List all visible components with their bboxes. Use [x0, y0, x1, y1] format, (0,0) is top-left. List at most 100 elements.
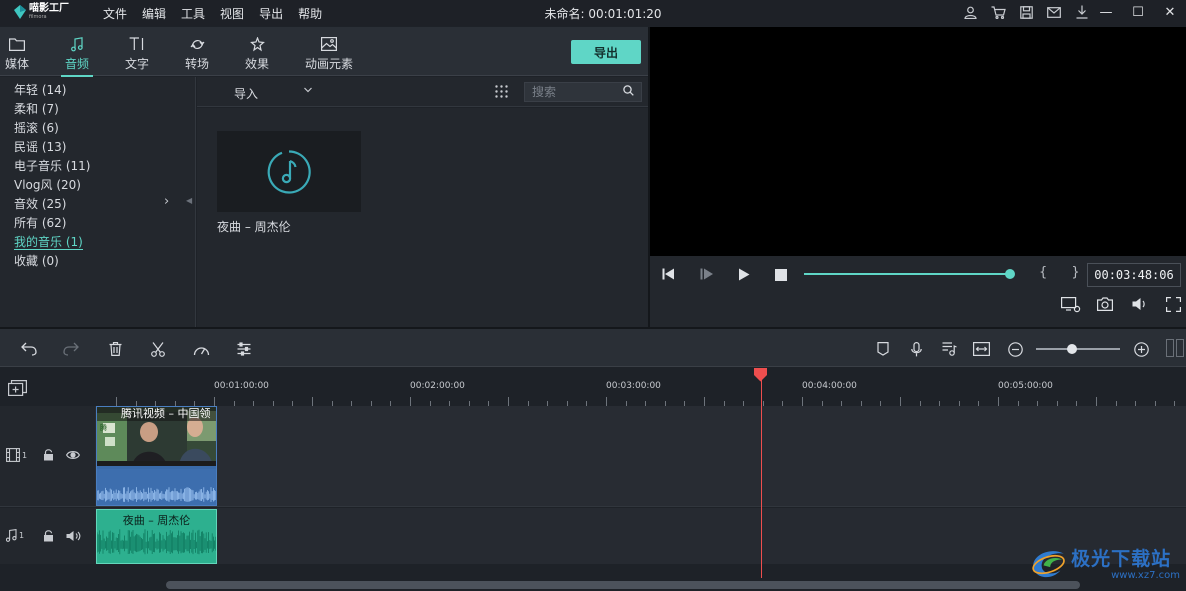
ruler-tick [606, 397, 607, 406]
watermark-text: 极光下载站 [1071, 547, 1172, 570]
vertical-splitter[interactable] [648, 27, 650, 327]
category-item[interactable]: 民谣 (13) [0, 138, 195, 157]
video-clip[interactable]: 腾讯视频 – 中国领 腾 [96, 406, 217, 506]
seek-bar[interactable] [804, 273, 1010, 275]
category-item[interactable]: Vlog风 (20) [0, 176, 195, 195]
video-track-number: 1 [22, 450, 28, 460]
step-forward-icon[interactable] [700, 268, 715, 283]
microphone-icon[interactable] [907, 340, 925, 358]
category-item[interactable]: 所有 (62) [0, 214, 195, 233]
category-item[interactable]: 电子音乐 (11) [0, 157, 195, 176]
ruler-label: 00:01:00:00 [214, 381, 269, 391]
speaker-icon[interactable] [66, 530, 81, 542]
category-item[interactable]: 年轻 (14) [0, 81, 195, 100]
chevron-right-icon[interactable]: › [164, 194, 169, 209]
waveform-path [97, 529, 216, 555]
close-icon[interactable]: ✕ [1154, 0, 1186, 24]
media-grid: 夜曲 – 周杰伦 [197, 108, 648, 327]
waveform-path [97, 487, 216, 502]
video-track[interactable]: 腾讯视频 – 中国领 腾 [95, 406, 1186, 507]
content-toolbar: 导入 [197, 77, 648, 107]
search-input[interactable] [525, 85, 621, 99]
video-track-icon: 1 [6, 448, 27, 462]
voiceover-icon[interactable] [940, 340, 958, 358]
zoom-slider[interactable] [1036, 348, 1120, 350]
watermark-logo-icon [1032, 551, 1065, 578]
chevron-down-icon[interactable] [303, 84, 313, 98]
zoom-in-icon[interactable] [1132, 340, 1150, 358]
effects-icon [249, 36, 265, 51]
svg-text:腾: 腾 [100, 423, 107, 432]
save-icon[interactable] [1018, 4, 1034, 20]
watermark: 极光下载站 www.xz7.com [1030, 539, 1180, 585]
layout-toggle-icon[interactable] [1166, 339, 1186, 359]
lock-icon[interactable] [43, 449, 54, 461]
category-item[interactable]: 收藏 (0) [0, 252, 195, 271]
tab-audio-label: 音频 [64, 57, 89, 71]
account-icon[interactable] [962, 4, 978, 20]
download-icon[interactable] [1074, 4, 1090, 20]
playhead-handle[interactable] [753, 368, 768, 382]
grid-view-icon[interactable] [495, 85, 508, 101]
play-icon[interactable] [738, 268, 750, 284]
export-button[interactable]: 导出 [571, 40, 641, 64]
library-tabs: 媒体 音频 文字 转场 效果 动画元素 导出 [0, 27, 648, 77]
add-track-icon[interactable] [8, 380, 27, 399]
zoom-handle[interactable] [1067, 344, 1077, 354]
audio-clip[interactable]: 夜曲 – 周杰伦 [96, 509, 217, 564]
lock-icon[interactable] [43, 530, 54, 542]
redo-icon[interactable] [62, 340, 80, 358]
mail-icon[interactable] [1046, 4, 1062, 20]
ruler-tick [900, 397, 901, 406]
tab-transition[interactable]: 转场 [172, 35, 222, 72]
maximize-icon[interactable]: ☐ [1122, 0, 1154, 24]
import-dropdown[interactable]: 导入 [234, 85, 258, 102]
minimize-icon[interactable]: — [1090, 0, 1122, 24]
tab-transition-label: 转场 [184, 57, 209, 71]
eye-icon[interactable] [66, 450, 80, 460]
snapshot-icon[interactable] [1097, 297, 1113, 314]
fit-timeline-icon[interactable] [972, 340, 990, 358]
display-settings-icon[interactable] [1061, 297, 1081, 316]
audio-track[interactable]: 夜曲 – 周杰伦 [95, 508, 1186, 564]
marker-icon[interactable] [874, 340, 892, 358]
timeline-scrollbar[interactable] [166, 581, 1080, 589]
playhead-line[interactable] [761, 380, 762, 578]
cut-icon[interactable] [149, 340, 167, 358]
video-clip-title: 腾讯视频 – 中国领 [97, 407, 216, 421]
music-note-icon [71, 36, 83, 51]
title-icons [962, 4, 1090, 20]
cart-icon[interactable] [990, 4, 1006, 20]
tab-media[interactable]: 媒体 [0, 35, 42, 72]
fullscreen-icon[interactable] [1166, 297, 1181, 315]
tab-effects[interactable]: 效果 [232, 35, 282, 72]
ruler-tick [704, 397, 705, 406]
search-icon[interactable] [623, 85, 634, 99]
audio-track-icon: 1 [6, 529, 24, 542]
volume-icon[interactable] [1132, 297, 1148, 314]
mark-in-out-icon[interactable]: { } [1039, 265, 1090, 280]
tab-audio[interactable]: 音频 [52, 35, 102, 77]
ruler-tick [1096, 397, 1097, 406]
ruler-tick [410, 397, 411, 406]
category-item[interactable]: 柔和 (7) [0, 100, 195, 119]
step-back-icon[interactable] [662, 268, 677, 283]
timeline-ruler[interactable]: 00:01:00:00 00:02:00:00 00:03:00:00 00:0… [0, 368, 1186, 406]
undo-icon[interactable] [20, 340, 38, 358]
tab-text[interactable]: 文字 [112, 35, 162, 72]
tab-elements[interactable]: 动画元素 [298, 35, 360, 72]
collapse-left-icon[interactable]: ◀ [186, 196, 192, 205]
adjust-icon[interactable] [235, 340, 253, 358]
media-item-thumbnail[interactable] [217, 131, 361, 212]
audio-track-header: 1 [0, 508, 95, 564]
seek-handle[interactable] [1005, 269, 1015, 279]
search-box [524, 82, 642, 102]
speed-icon[interactable] [192, 340, 210, 358]
delete-icon[interactable] [106, 340, 124, 358]
stop-icon[interactable] [775, 269, 787, 284]
video-clip-waveform [97, 469, 216, 505]
category-item[interactable]: 摇滚 (6) [0, 119, 195, 138]
zoom-out-icon[interactable] [1006, 340, 1024, 358]
category-item-active[interactable]: 我的音乐 (1) [0, 233, 195, 252]
ruler-label: 00:04:00:00 [802, 381, 857, 391]
